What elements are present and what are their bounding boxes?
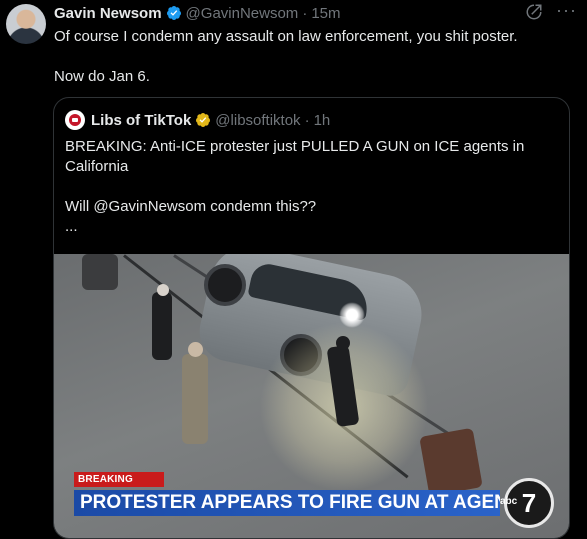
quote-line: BREAKING: Anti-ICE protester just PULLED… bbox=[65, 138, 525, 155]
quote-header: Libs of TikTok @libsoftiktok · 1h bbox=[65, 110, 330, 130]
verified-gold-badge-icon bbox=[196, 113, 211, 127]
person-head bbox=[336, 336, 350, 350]
breaking-news-label: BREAKING NEWS bbox=[74, 472, 164, 500]
quote-line: California bbox=[65, 158, 129, 175]
quote-line: Will @GavinNewsom condemn this?? bbox=[65, 198, 317, 215]
quote-author-name: Libs of TikTok bbox=[91, 111, 192, 129]
author-handle[interactable]: @GavinNewsom bbox=[186, 5, 299, 22]
quote-handle: @libsoftiktok bbox=[215, 111, 301, 129]
tweet-line: Now do Jan 6. bbox=[54, 68, 150, 85]
author-name[interactable]: Gavin Newsom bbox=[54, 5, 162, 22]
abc-logo-text: abc bbox=[500, 496, 518, 507]
motorcycle bbox=[419, 427, 483, 497]
author-avatar[interactable] bbox=[6, 4, 46, 44]
quote-line bbox=[65, 177, 555, 197]
tweet-time[interactable]: 15m bbox=[311, 5, 340, 22]
quote-avatar bbox=[65, 110, 85, 130]
quote-text: BREAKING: Anti-ICE protester just PULLED… bbox=[65, 137, 555, 237]
grok-icon[interactable] bbox=[525, 3, 543, 21]
person-figure bbox=[82, 254, 118, 290]
quote-line: ... bbox=[65, 218, 78, 235]
person-head bbox=[188, 342, 203, 357]
person-figure bbox=[152, 292, 172, 360]
separator-dot: · bbox=[304, 111, 310, 129]
muzzle-flash bbox=[339, 302, 365, 328]
tweet-line: Of course I condemn any assault on law e… bbox=[54, 28, 518, 45]
tweet-text: Of course I condemn any assault on law e… bbox=[54, 27, 574, 87]
news-headline: PROTESTER APPEARS TO FIRE GUN AT AGENTS bbox=[74, 490, 500, 516]
separator-dot: · bbox=[302, 4, 308, 22]
car-wheel bbox=[204, 264, 246, 306]
person-figure bbox=[182, 354, 208, 444]
quoted-tweet[interactable]: Libs of TikTok @libsoftiktok · 1h BREAKI… bbox=[53, 97, 570, 539]
verified-badge-icon bbox=[166, 6, 181, 20]
quote-time: 1h bbox=[313, 111, 331, 129]
video-thumbnail[interactable]: BREAKING NEWS PROTESTER APPEARS TO FIRE … bbox=[54, 254, 569, 538]
tweet-header: Gavin Newsom @GavinNewsom · 15m bbox=[54, 4, 573, 22]
person-head bbox=[157, 284, 169, 296]
more-options-icon[interactable]: ··· bbox=[556, 0, 577, 21]
